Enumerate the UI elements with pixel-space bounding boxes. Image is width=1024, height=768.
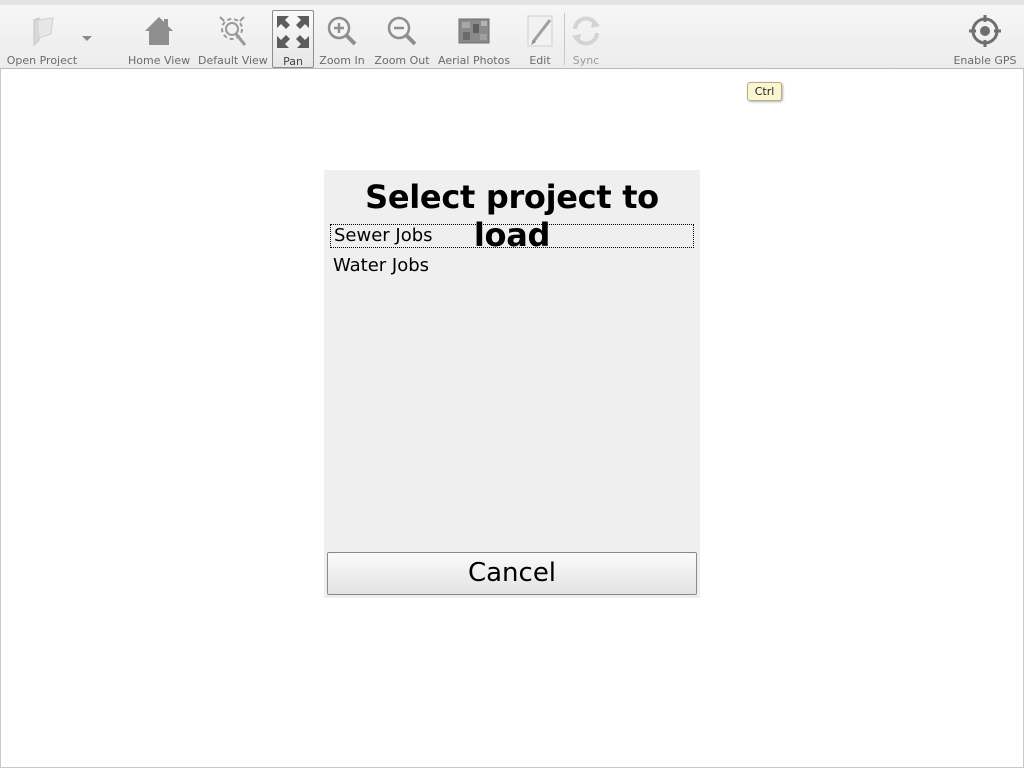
app-window: Open Project Home View Default View Pan …: [0, 0, 1024, 768]
project-item-water-jobs[interactable]: Water Jobs: [330, 255, 694, 279]
default-view-label: Default View: [198, 54, 268, 67]
project-item-sewer-jobs[interactable]: Sewer Jobs: [330, 224, 694, 248]
sync-button[interactable]: Sync: [568, 10, 604, 68]
select-project-dialog: Select project to load Sewer Jobs Water …: [324, 170, 700, 598]
project-list: Sewer Jobs Water Jobs: [330, 224, 694, 286]
aerial-photos-label: Aerial Photos: [438, 54, 511, 67]
zoom-out-icon: [387, 16, 417, 46]
home-icon: [145, 17, 173, 45]
zoom-in-icon: [327, 16, 357, 46]
aerial-photos-button[interactable]: Aerial Photos: [438, 10, 510, 68]
toolbar: Open Project Home View Default View Pan …: [0, 0, 1024, 69]
pan-label: Pan: [283, 55, 303, 68]
pan-button[interactable]: Pan: [272, 10, 314, 68]
enable-gps-label: Enable GPS: [953, 54, 1017, 67]
default-view-button[interactable]: Default View: [198, 10, 268, 68]
aerial-photos-icon: [458, 18, 490, 44]
edit-button[interactable]: Edit: [520, 10, 560, 68]
zoom-out-label: Zoom Out: [374, 54, 430, 67]
zoom-in-button[interactable]: Zoom In: [318, 10, 366, 68]
home-view-button[interactable]: Home View: [128, 10, 190, 68]
edit-icon: [527, 15, 553, 47]
default-view-icon: [219, 16, 247, 46]
open-project-button[interactable]: Open Project: [4, 10, 80, 68]
open-project-icon: [33, 17, 54, 47]
cancel-button[interactable]: Cancel: [327, 552, 697, 595]
edit-label: Edit: [529, 54, 551, 67]
home-view-label: Home View: [128, 54, 191, 67]
open-project-label: Open Project: [6, 54, 78, 67]
chevron-down-icon[interactable]: [82, 36, 92, 41]
zoom-out-button[interactable]: Zoom Out: [374, 10, 430, 68]
zoom-in-label: Zoom In: [319, 54, 365, 67]
gps-icon: [969, 15, 1001, 47]
ctrl-tooltip: Ctrl: [747, 82, 782, 101]
sync-label: Sync: [572, 54, 600, 67]
enable-gps-button[interactable]: Enable GPS: [952, 10, 1018, 68]
toolbar-separator: [564, 13, 565, 65]
sync-icon: [572, 16, 600, 46]
pan-icon: [277, 16, 309, 48]
